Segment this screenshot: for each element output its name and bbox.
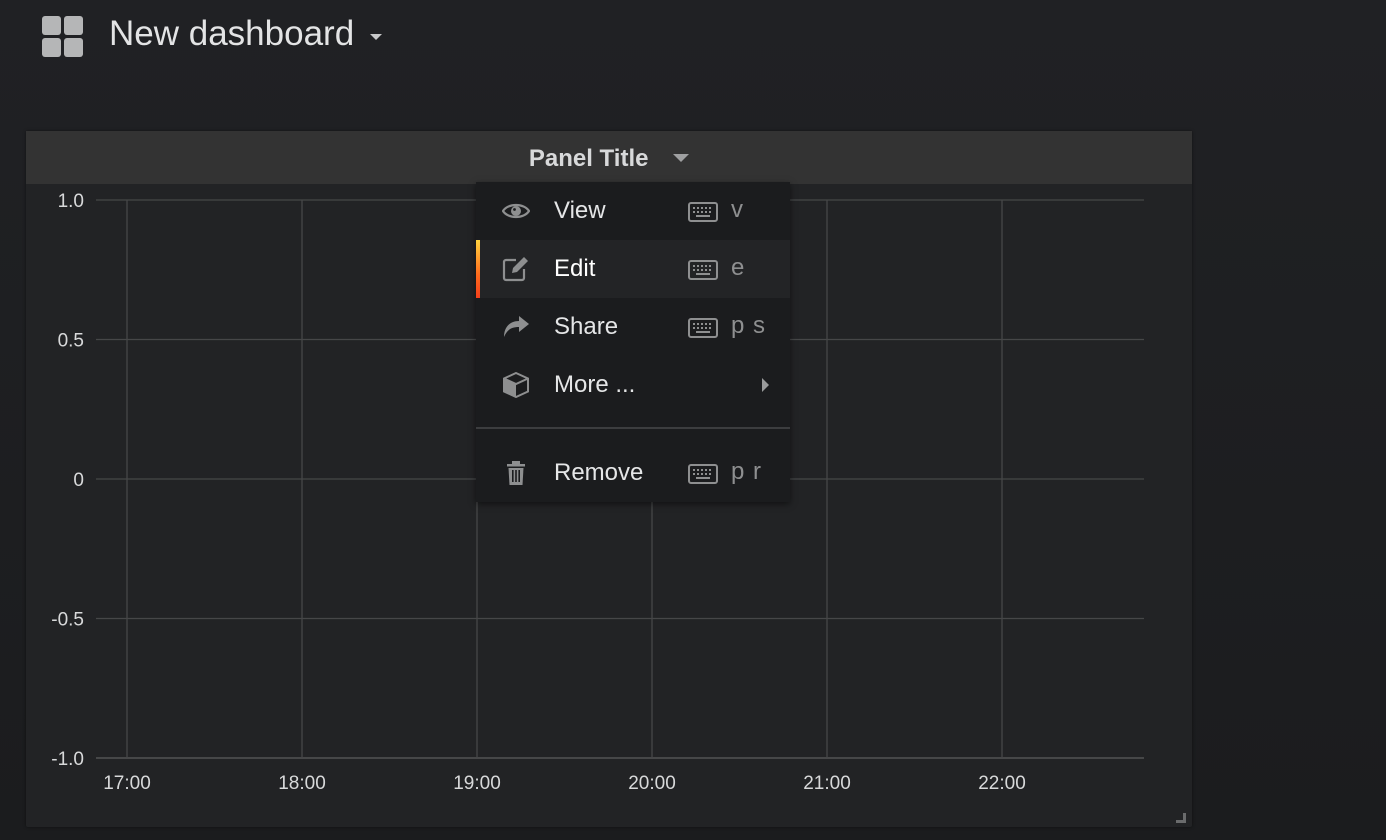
keyboard-icon <box>688 202 718 222</box>
menu-shortcut: e <box>731 254 746 281</box>
x-tick-label: 20:00 <box>628 773 676 794</box>
caret-right-icon <box>762 378 769 392</box>
y-tick-label: -1.0 <box>51 749 84 770</box>
y-tick-label: -0.5 <box>51 610 84 631</box>
dashboard-grid-icon[interactable] <box>42 16 84 58</box>
menu-divider <box>476 427 790 429</box>
eye-icon <box>502 203 530 219</box>
menu-item-edit[interactable]: Edit e <box>476 240 790 298</box>
trash-icon <box>507 461 525 485</box>
edit-icon <box>502 257 528 282</box>
x-tick-label: 21:00 <box>803 773 851 794</box>
resize-handle[interactable] <box>1176 813 1186 823</box>
menu-shortcut: p s <box>731 312 767 339</box>
dashboard-title-dropdown[interactable]: New dashboard <box>109 14 383 54</box>
caret-down-icon <box>370 34 383 40</box>
keyboard-icon <box>688 464 718 484</box>
menu-item-more[interactable]: More ... <box>476 356 790 414</box>
x-tick-label: 18:00 <box>278 773 326 794</box>
menu-label: Share <box>554 313 619 340</box>
grid-cell <box>64 38 83 57</box>
grid-cell <box>42 16 61 35</box>
x-tick-label: 19:00 <box>453 773 501 794</box>
menu-label: More ... <box>554 371 636 398</box>
menu-item-share[interactable]: Share p s <box>476 298 790 356</box>
y-tick-label: 1.0 <box>58 191 84 212</box>
menu-label: Edit <box>554 255 596 282</box>
cube-icon <box>503 372 529 398</box>
x-tick-label: 17:00 <box>103 773 151 794</box>
keyboard-icon <box>688 318 718 338</box>
menu-item-view[interactable]: View v <box>476 182 790 240</box>
menu-shortcut: v <box>731 196 744 223</box>
share-icon <box>504 316 529 337</box>
panel-menu: View v Edit e Share p s More ... Remove … <box>476 182 790 502</box>
menu-shortcut: p r <box>731 458 763 485</box>
menu-label: Remove <box>554 459 644 486</box>
x-tick-label: 22:00 <box>978 773 1026 794</box>
grid-cell <box>42 38 61 57</box>
y-tick-label: 0.5 <box>58 331 84 352</box>
grid-cell <box>64 16 83 35</box>
keyboard-icon <box>688 260 718 280</box>
dashboard-header: New dashboard <box>0 0 1386 80</box>
dashboard-title: New dashboard <box>109 14 355 53</box>
y-tick-label: 0 <box>73 470 84 491</box>
menu-item-remove[interactable]: Remove p r <box>476 444 790 502</box>
menu-label: View <box>554 197 606 224</box>
